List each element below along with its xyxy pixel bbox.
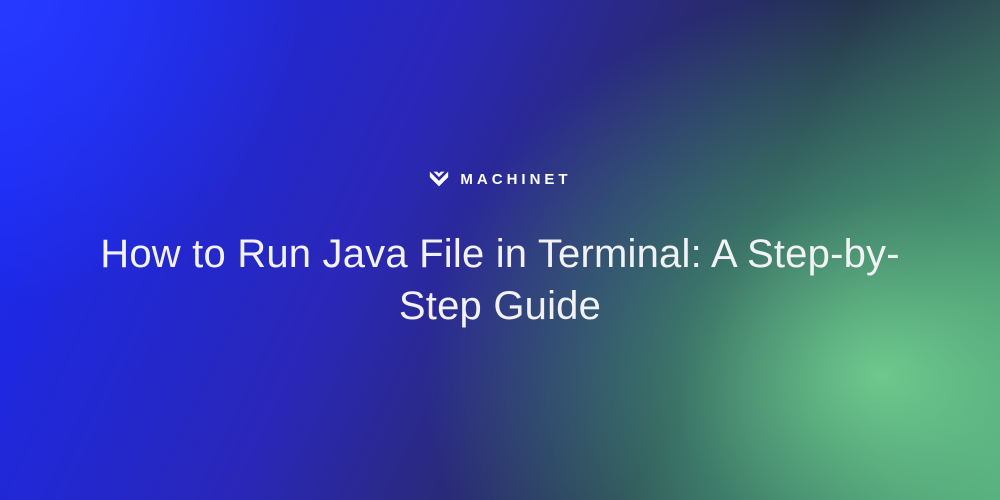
brand-name: MACHINET xyxy=(460,171,571,188)
brand-lockup: MACHINET xyxy=(428,168,571,190)
hero-banner: MACHINET How to Run Java File in Termina… xyxy=(0,0,1000,500)
machinet-logo-icon xyxy=(428,168,450,190)
page-title: How to Run Java File in Terminal: A Step… xyxy=(90,228,910,332)
